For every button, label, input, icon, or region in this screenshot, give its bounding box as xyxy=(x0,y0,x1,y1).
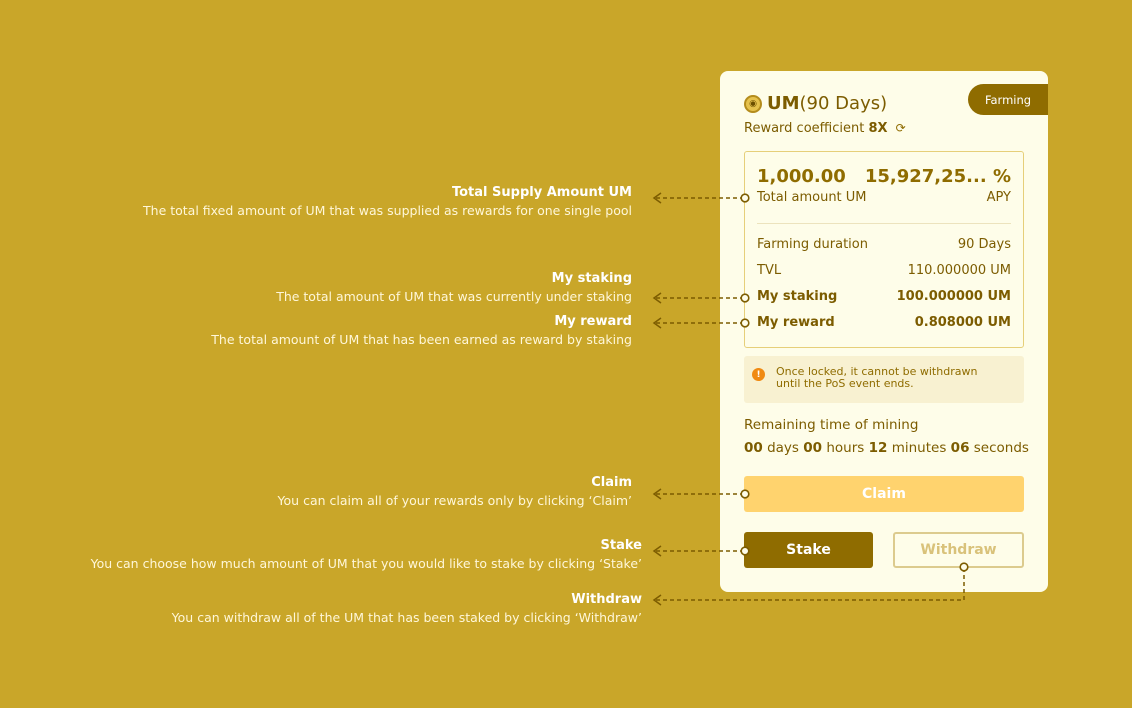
stat-value: 0.808000 UM xyxy=(914,315,1011,330)
annotation-desc: You can claim all of your rewards only b… xyxy=(277,493,632,508)
minutes-unit: minutes xyxy=(891,440,947,456)
hours-unit: hours xyxy=(826,440,865,456)
remaining-time-label: Remaining time of mining xyxy=(744,417,919,433)
stat-label: My staking xyxy=(757,289,838,304)
um-coin-icon: ◉ xyxy=(744,94,762,113)
farming-card: Farming ◉ UM (90 Days) Reward coefficien… xyxy=(720,71,1048,592)
stats-panel: 1,000.00 15,927,25... % Total amount UM … xyxy=(744,151,1024,348)
arrow-head-icon xyxy=(652,545,662,557)
seconds-unit: seconds xyxy=(973,440,1029,456)
notice-text: Once locked, it cannot be withdrawn unti… xyxy=(776,366,1016,390)
arrow-head-icon xyxy=(652,594,662,606)
stat-label: My reward xyxy=(757,315,835,330)
warning-icon: ! xyxy=(752,368,765,381)
stat-row-farming-duration: Farming duration 90 Days xyxy=(757,237,1011,252)
annotation-claim: Claim You can claim all of your rewards … xyxy=(278,474,632,510)
stat-row-my-staking: My staking 100.000000 UM xyxy=(757,289,1011,304)
stat-value: 110.000000 UM xyxy=(907,263,1011,278)
stat-row-tvl: TVL 110.000000 UM xyxy=(757,263,1011,278)
annotation-desc: You can choose how much amount of UM tha… xyxy=(90,556,642,571)
annotation-stake: Stake You can choose how much amount of … xyxy=(91,537,642,573)
seconds-value: 06 xyxy=(950,440,970,456)
stat-label: TVL xyxy=(757,263,782,278)
coefficient-label: Reward coefficient xyxy=(744,121,865,136)
arrow-head-icon xyxy=(652,317,662,329)
arrow-head-icon xyxy=(652,192,662,204)
annotation-my-staking: My staking The total amount of UM that w… xyxy=(276,270,632,306)
annotation-desc: The total amount of UM that was currentl… xyxy=(276,289,632,304)
minutes-value: 12 xyxy=(868,440,888,456)
farming-badge: Farming xyxy=(968,84,1048,115)
refresh-icon[interactable]: ⟳ xyxy=(896,121,906,135)
annotation-desc: You can withdraw all of the UM that has … xyxy=(171,610,642,625)
token-name: UM xyxy=(767,93,800,114)
total-amount-value: 1,000.00 xyxy=(757,166,846,187)
stat-label: Farming duration xyxy=(757,237,868,252)
reward-coefficient: Reward coefficient 8X ⟳ xyxy=(744,121,906,136)
days-unit: days xyxy=(767,440,799,456)
notice-line-2: until the PoS event ends. xyxy=(776,377,914,390)
claim-button[interactable]: Claim xyxy=(744,476,1024,512)
coefficient-value: 8X xyxy=(868,121,888,136)
annotation-my-reward: My reward The total amount of UM that ha… xyxy=(211,313,632,349)
divider xyxy=(757,223,1011,224)
annotation-desc: The total fixed amount of UM that was su… xyxy=(143,203,632,218)
annotation-withdraw: Withdraw You can withdraw all of the UM … xyxy=(172,591,642,627)
annotation-desc: The total amount of UM that has been ear… xyxy=(211,332,632,347)
stake-button[interactable]: Stake xyxy=(744,532,873,568)
annotation-total-supply: Total Supply Amount UM The total fixed a… xyxy=(143,184,632,220)
withdraw-button[interactable]: Withdraw xyxy=(893,532,1024,568)
arrow-head-icon xyxy=(652,488,662,500)
stat-value: 100.000000 UM xyxy=(896,289,1011,304)
annotation-title: Claim xyxy=(591,475,632,490)
annotation-title: Withdraw xyxy=(571,592,642,607)
remaining-time-countdown: 00 days 00 hours 12 minutes 06 seconds xyxy=(744,440,1029,456)
arrow-head-icon xyxy=(652,292,662,304)
lock-notice: ! Once locked, it cannot be withdrawn un… xyxy=(744,356,1024,403)
annotation-title: Stake xyxy=(600,538,642,553)
stat-value: 90 Days xyxy=(957,237,1011,252)
annotation-title: My staking xyxy=(551,271,632,286)
apy-value: 15,927,25... % xyxy=(864,166,1011,187)
annotation-title: My reward xyxy=(554,314,632,329)
pool-title: ◉ UM (90 Days) xyxy=(744,93,887,114)
apy-label: APY xyxy=(986,190,1011,205)
hours-value: 00 xyxy=(803,440,823,456)
pool-duration-title: (90 Days) xyxy=(799,93,888,114)
total-amount-label: Total amount UM xyxy=(757,190,867,205)
annotation-title: Total Supply Amount UM xyxy=(451,185,632,200)
days-value: 00 xyxy=(744,440,763,456)
stat-row-my-reward: My reward 0.808000 UM xyxy=(757,315,1011,330)
